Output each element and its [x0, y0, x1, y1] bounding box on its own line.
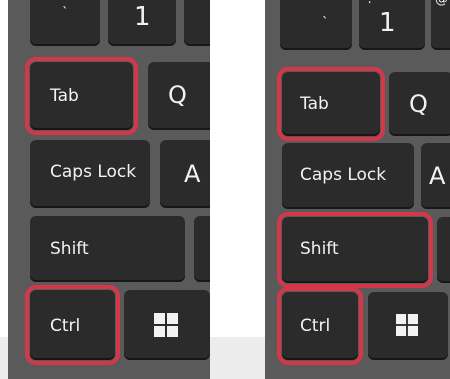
key-1-label: 1 — [134, 2, 151, 32]
key-backtick: ` — [30, 0, 100, 46]
key-shift: Shift — [277, 212, 433, 288]
windows-icon — [154, 313, 178, 337]
windows-icon — [396, 314, 418, 336]
key-windows — [368, 292, 448, 360]
key-exclaim-label: ! — [367, 0, 372, 7]
key-1-label: 1 — [379, 8, 396, 38]
right-keyboard-photo: ~ ` ! 1 @ Tab Q Caps Lock A Shift Ctrl — [265, 0, 450, 379]
key-q-label: Q — [409, 90, 428, 118]
key-2-partial: @ — [431, 0, 450, 50]
key-tilde: ~ ` — [280, 0, 352, 50]
key-a-label: A — [429, 162, 446, 190]
key-1: 1 — [108, 0, 176, 46]
key-backtick-label: ` — [322, 16, 329, 31]
key-q: Q — [148, 62, 210, 130]
key-shift-label: Shift — [50, 239, 89, 259]
key-caps-lock: Caps Lock — [30, 140, 150, 208]
key-ctrl: Ctrl — [277, 287, 363, 365]
key-a-label: A — [184, 160, 201, 188]
key-z-partial — [194, 216, 210, 282]
key-ctrl-label: Ctrl — [300, 316, 331, 336]
key-q: Q — [389, 72, 450, 136]
key-z-partial — [437, 217, 450, 283]
key-tab-label: Tab — [50, 86, 79, 106]
key-at-label: @ — [435, 0, 448, 7]
key-a: A — [160, 140, 210, 208]
key-caps-lock-label: Caps Lock — [300, 165, 387, 185]
key-tab: Tab — [277, 67, 385, 141]
key-caps-lock: Caps Lock — [282, 143, 414, 209]
key-tilde-label: ~ — [298, 0, 309, 7]
key-ctrl: Ctrl — [25, 285, 120, 365]
key-ctrl-label: Ctrl — [50, 316, 81, 336]
key-tab-label: Tab — [300, 94, 329, 114]
key-2-partial — [184, 0, 210, 46]
key-tab: Tab — [25, 57, 138, 135]
left-keyboard-photo: ` 1 Tab Q Caps Lock A Shift Ctrl — [8, 0, 210, 379]
key-shift-label: Shift — [300, 239, 339, 259]
key-a: A — [421, 143, 450, 209]
key-shift: Shift — [30, 216, 185, 282]
key-backtick-label: ` — [62, 6, 69, 21]
key-1: ! 1 — [359, 0, 425, 50]
key-q-label: Q — [168, 81, 187, 109]
key-caps-lock-label: Caps Lock — [50, 162, 137, 182]
key-windows — [124, 290, 210, 360]
